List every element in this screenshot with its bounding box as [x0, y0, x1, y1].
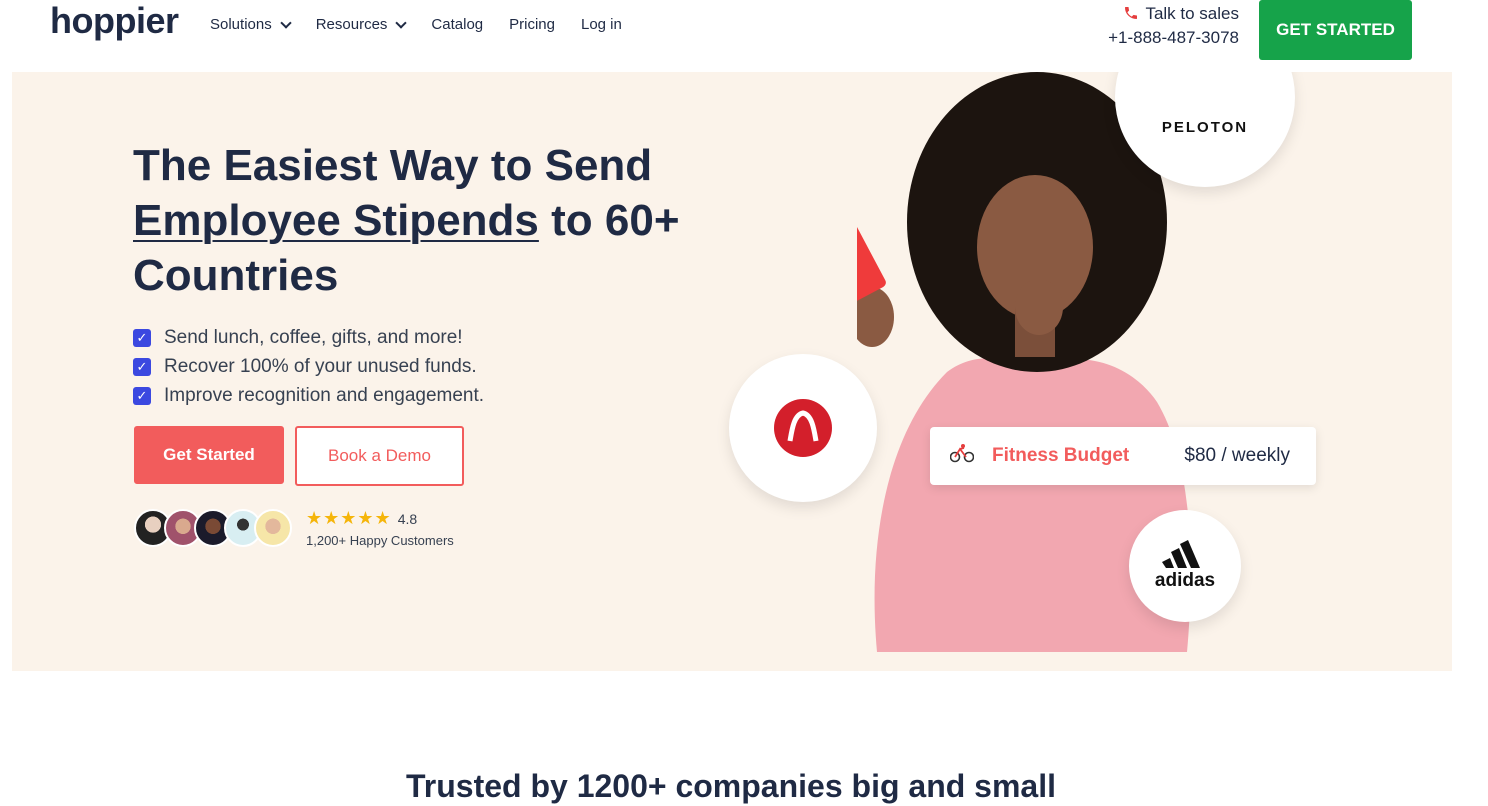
- headline-line-1: The Easiest Way to Send: [133, 141, 653, 190]
- benefit-text: Send lunch, coffee, gifts, and more!: [164, 326, 463, 348]
- nav-resources-label: Resources: [315, 16, 388, 33]
- nav-solutions[interactable]: Solutions: [210, 16, 292, 33]
- benefit-item: ✓ Recover 100% of your unused funds.: [133, 352, 484, 381]
- bicycle-icon: [949, 443, 975, 469]
- lululemon-logo: [729, 354, 877, 502]
- get-started-nav-button[interactable]: GET STARTED: [1259, 0, 1412, 60]
- nav-login[interactable]: Log in: [581, 16, 622, 33]
- customer-avatars: [134, 509, 292, 547]
- hero-section: The Easiest Way to Send Employee Stipend…: [12, 72, 1452, 671]
- headline-line-2: to 60+: [551, 196, 680, 245]
- benefit-text: Improve recognition and engagement.: [164, 384, 485, 406]
- star-rating-icon: ★★★★★: [306, 508, 392, 528]
- benefit-text: Recover 100% of your unused funds.: [164, 355, 477, 377]
- headline-line-3: Countries: [133, 251, 339, 300]
- headline-underlined: Employee Stipends: [133, 196, 539, 245]
- avatar: [254, 509, 292, 547]
- sales-label: Talk to sales: [1145, 4, 1239, 23]
- nav-resources[interactable]: Resources: [315, 16, 408, 33]
- trusted-heading: Trusted by 1200+ companies big and small: [405, 768, 1056, 804]
- rating-value: 4.8: [397, 510, 418, 527]
- chevron-down-icon: [280, 16, 292, 29]
- peloton-logo-text: PELOTON: [1161, 118, 1249, 136]
- adidas-logo-text: adidas: [1154, 570, 1216, 591]
- nav-catalog[interactable]: Catalog: [431, 16, 483, 33]
- benefit-item: ✓ Send lunch, coffee, gifts, and more!: [133, 323, 484, 352]
- customers-count: 1,200+ Happy Customers: [306, 533, 454, 548]
- checkbox-icon: ✓: [133, 386, 151, 405]
- nav-solutions-label: Solutions: [210, 16, 272, 33]
- benefit-list: ✓ Send lunch, coffee, gifts, and more! ✓…: [133, 323, 484, 410]
- rating: ★★★★★ 4.8 1,200+ Happy Customers: [306, 508, 454, 548]
- chevron-down-icon: [395, 16, 408, 29]
- benefit-item: ✓ Improve recognition and engagement.: [133, 381, 484, 410]
- hero-headline: The Easiest Way to Send Employee Stipend…: [133, 138, 693, 303]
- book-demo-button[interactable]: Book a Demo: [295, 426, 464, 486]
- sales-phone[interactable]: +1-888-487-3078: [1097, 28, 1239, 48]
- budget-amount: $80 / weekly: [1184, 445, 1290, 466]
- lululemon-icon: [774, 399, 832, 457]
- adidas-stripes-icon: [1162, 540, 1200, 568]
- fitness-budget-card: Fitness Budget $80 / weekly: [930, 427, 1316, 485]
- logo[interactable]: hoppier: [50, 0, 179, 42]
- social-proof: ★★★★★ 4.8 1,200+ Happy Customers: [134, 508, 454, 548]
- get-started-button[interactable]: Get Started: [134, 426, 284, 484]
- adidas-logo: adidas: [1129, 510, 1241, 622]
- nav-pricing[interactable]: Pricing: [509, 16, 555, 33]
- nav-links: Solutions Resources Catalog Pricing Log …: [210, 16, 622, 33]
- checkbox-icon: ✓: [133, 328, 151, 347]
- checkbox-icon: ✓: [133, 357, 151, 376]
- talk-to-sales[interactable]: Talk to sales +1-888-487-3078: [1097, 4, 1239, 48]
- phone-icon: [1121, 5, 1139, 23]
- budget-label: Fitness Budget: [992, 445, 1130, 466]
- top-nav: hoppier Solutions Resources Catalog Pric…: [0, 0, 1488, 72]
